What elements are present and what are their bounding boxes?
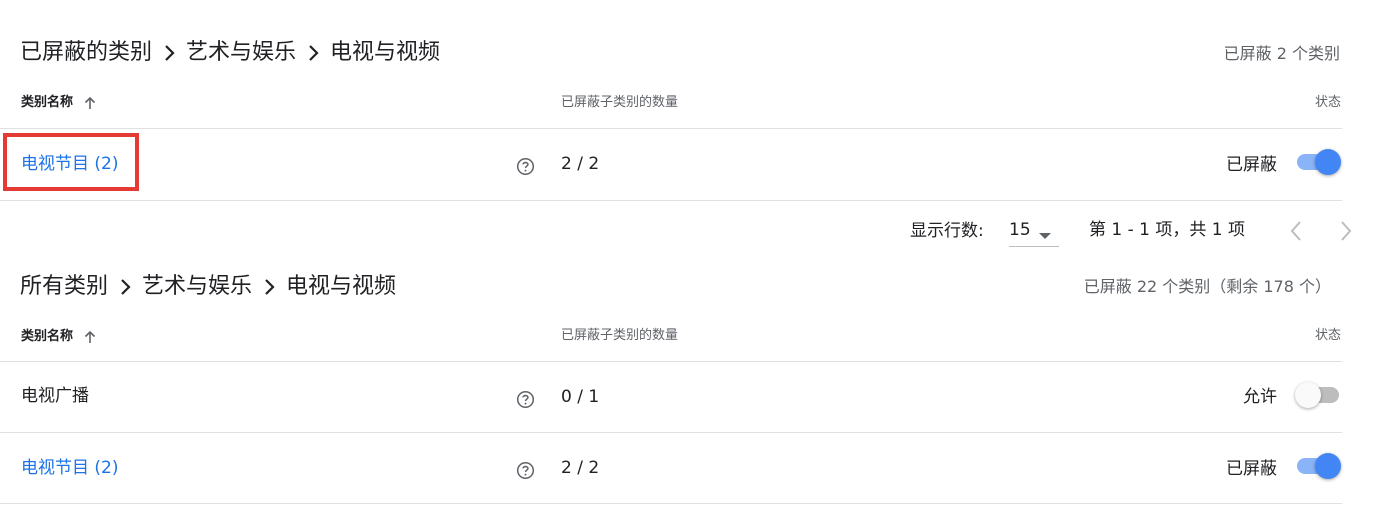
help-circle-icon[interactable] [516, 157, 535, 176]
chevron-right-icon [260, 272, 278, 302]
blocked-breadcrumb: 已屏蔽的类别 艺术与娱乐 电视与视频 [20, 38, 440, 68]
column-header-status: 状态 [1314, 95, 1341, 110]
breadcrumb-item-tv-video: 电视与视频 [286, 274, 397, 299]
blocked-subcategory-count: 0 / 1 [561, 387, 600, 407]
toggle-knob [1315, 453, 1341, 479]
blocked-summary: 已屏蔽 2 个类别 [1223, 44, 1340, 63]
column-header-count: 已屏蔽子类别的数量 [561, 328, 679, 343]
breadcrumb-item-arts[interactable]: 艺术与娱乐 [142, 272, 252, 302]
column-header-count: 已屏蔽子类别的数量 [561, 95, 679, 110]
status-label: 已屏蔽 [1226, 155, 1277, 175]
breadcrumb-item-all[interactable]: 所有类别 [20, 272, 108, 302]
block-toggle[interactable] [1295, 380, 1341, 408]
chevron-right-icon[interactable] [1334, 217, 1358, 245]
chevron-left-icon[interactable] [1284, 217, 1308, 245]
column-header-name[interactable]: 类别名称 [21, 328, 97, 346]
divider [0, 361, 1342, 362]
rows-per-page-label: 显示行数: [910, 221, 984, 241]
divider [0, 128, 1342, 129]
pagination-range: 第 1 - 1 项，共 1 项 [1089, 220, 1246, 240]
status-label: 已屏蔽 [1226, 459, 1277, 479]
arrow-up-icon[interactable] [83, 94, 97, 112]
arrow-up-icon[interactable] [83, 328, 97, 346]
breadcrumb-item-blocked[interactable]: 已屏蔽的类别 [20, 38, 152, 68]
help-circle-icon[interactable] [516, 461, 535, 480]
chevron-right-icon [160, 38, 178, 68]
column-header-name-label: 类别名称 [21, 329, 74, 344]
divider [0, 503, 1342, 504]
divider [0, 200, 1342, 201]
block-toggle[interactable] [1295, 147, 1341, 175]
breadcrumb-item-tv-video: 电视与视频 [330, 40, 441, 65]
all-summary: 已屏蔽 22 个类别（剩余 178 个） [1083, 277, 1331, 296]
column-header-status: 状态 [1314, 328, 1341, 343]
breadcrumb-item-arts[interactable]: 艺术与娱乐 [186, 38, 296, 68]
chevron-right-icon [304, 38, 322, 68]
category-link-tv-shows[interactable]: 电视节目 (2) [21, 456, 118, 480]
all-breadcrumb: 所有类别 艺术与娱乐 电视与视频 [20, 272, 396, 302]
toggle-knob [1295, 382, 1321, 408]
block-toggle[interactable] [1295, 451, 1341, 479]
blocked-subcategory-count: 2 / 2 [561, 154, 600, 174]
toggle-knob [1315, 149, 1341, 175]
help-circle-icon[interactable] [516, 390, 535, 409]
rows-per-page-select[interactable]: 15 [1009, 218, 1059, 247]
column-header-name-label: 类别名称 [21, 95, 74, 110]
caret-down-icon [1038, 226, 1052, 239]
chevron-right-icon [116, 272, 134, 302]
blocked-subcategory-count: 2 / 2 [561, 458, 600, 478]
highlight-box [3, 133, 139, 191]
category-name-tv-broadcast: 电视广播 [21, 386, 89, 406]
status-label: 允许 [1243, 387, 1277, 407]
rows-per-page-value: 15 [1009, 220, 1031, 240]
divider [0, 432, 1342, 433]
column-header-name[interactable]: 类别名称 [21, 94, 97, 112]
